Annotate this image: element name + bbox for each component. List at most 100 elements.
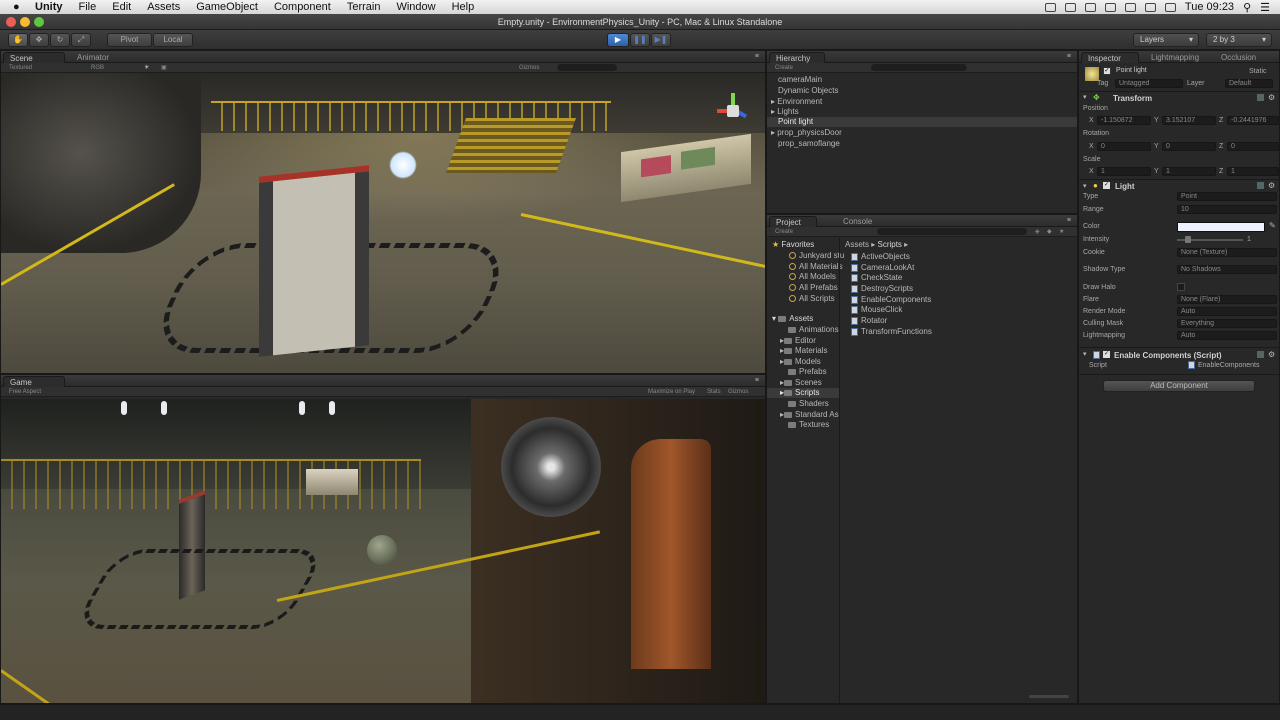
folder-item-selected[interactable]: ▸ Scripts bbox=[767, 388, 839, 398]
panel-menu-icon[interactable]: ≡ bbox=[755, 53, 759, 60]
component-gear-icon[interactable]: ⚙ bbox=[1268, 350, 1275, 359]
position-x-field[interactable]: -1.150872 bbox=[1097, 116, 1151, 125]
stats-toggle[interactable]: Stats bbox=[707, 387, 721, 397]
play-button[interactable]: ▶ bbox=[607, 33, 629, 47]
component-gear-icon[interactable]: ⚙ bbox=[1268, 181, 1275, 190]
rotation-z-field[interactable]: 0 bbox=[1227, 142, 1279, 151]
menubar-clock[interactable]: Tue 09:23 bbox=[1185, 1, 1234, 13]
flare-field[interactable]: None (Flare) bbox=[1177, 295, 1277, 304]
favorites-header[interactable]: ★ Favorites bbox=[772, 240, 814, 249]
filter-type-icon[interactable]: ◈ bbox=[1035, 227, 1040, 237]
script-component-header[interactable]: Enable Components (Script) bbox=[1114, 351, 1222, 360]
intensity-slider-handle[interactable] bbox=[1185, 236, 1191, 243]
menu-terrain[interactable]: Terrain bbox=[347, 1, 381, 13]
tab-console[interactable]: Console bbox=[837, 216, 878, 227]
minimize-window-button[interactable] bbox=[20, 17, 30, 27]
pivot-toggle[interactable]: Pivot bbox=[107, 33, 152, 47]
folder-item[interactable]: ▸ Models bbox=[780, 357, 821, 366]
script-asset[interactable]: ActiveObjects bbox=[851, 252, 910, 261]
tab-inspector[interactable]: Inspector bbox=[1081, 52, 1139, 63]
script-asset[interactable]: CameraLookAt bbox=[851, 263, 914, 272]
game-viewport[interactable] bbox=[1, 399, 765, 703]
pause-button[interactable]: ❚❚ bbox=[630, 33, 650, 47]
point-light-gizmo-icon[interactable] bbox=[389, 151, 417, 179]
render-mode-dropdown[interactable]: Auto bbox=[1177, 307, 1277, 316]
scene-viewport[interactable] bbox=[1, 73, 765, 373]
position-z-field[interactable]: -0.2441976 bbox=[1227, 116, 1279, 125]
layer-dropdown[interactable]: Default bbox=[1225, 79, 1273, 88]
project-search-field[interactable] bbox=[877, 228, 1027, 235]
scene-gizmos-dropdown[interactable]: Gizmos bbox=[519, 63, 539, 73]
hierarchy-search-field[interactable] bbox=[871, 64, 967, 71]
script-asset[interactable]: EnableComponents bbox=[851, 295, 931, 304]
position-y-field[interactable]: 3.152107 bbox=[1162, 116, 1216, 125]
tab-scene[interactable]: Scene bbox=[3, 52, 65, 63]
transform-header[interactable]: Transform bbox=[1113, 94, 1152, 103]
light-color-swatch[interactable] bbox=[1177, 222, 1265, 232]
tab-hierarchy[interactable]: Hierarchy bbox=[769, 52, 825, 63]
folder-item[interactable]: ▸ Scenes bbox=[780, 378, 822, 387]
menu-window[interactable]: Window bbox=[396, 1, 435, 13]
app-status-icon[interactable] bbox=[1064, 2, 1076, 12]
hand-tool-button[interactable]: ✋ bbox=[8, 33, 28, 47]
hierarchy-item[interactable]: ▸ Environment bbox=[771, 97, 822, 106]
rotation-y-field[interactable]: 0 bbox=[1162, 142, 1216, 151]
folder-item[interactable]: ▸ Materials bbox=[780, 346, 827, 355]
game-panel-menu-icon[interactable]: ≡ bbox=[755, 377, 759, 384]
menu-assets[interactable]: Assets bbox=[147, 1, 180, 13]
dropbox-icon[interactable] bbox=[1084, 2, 1096, 12]
tab-game[interactable]: Game bbox=[3, 376, 65, 387]
tag-dropdown[interactable]: Untagged bbox=[1115, 79, 1183, 88]
favorite-item[interactable]: All Materials bbox=[789, 262, 843, 271]
script-asset[interactable]: MouseClick bbox=[851, 305, 902, 314]
folder-item[interactable]: Prefabs bbox=[780, 367, 827, 376]
menu-gameobject[interactable]: GameObject bbox=[196, 1, 258, 13]
menu-help[interactable]: Help bbox=[452, 1, 475, 13]
active-checkbox[interactable]: ✓ bbox=[1103, 67, 1111, 75]
scale-tool-button[interactable]: ⤢ bbox=[71, 33, 91, 47]
expand-arrow-icon[interactable]: ▾ bbox=[1083, 182, 1087, 190]
layout-dropdown[interactable]: 2 by 3 bbox=[1206, 33, 1272, 47]
static-toggle[interactable]: Static bbox=[1249, 68, 1267, 75]
fx-toggle-icon[interactable]: ▣ bbox=[161, 63, 167, 73]
component-gear-icon[interactable]: ⚙ bbox=[1268, 93, 1275, 102]
tab-lightmapping[interactable]: Lightmapping bbox=[1145, 52, 1205, 63]
menu-file[interactable]: File bbox=[79, 1, 97, 13]
spotlight-icon[interactable]: ⚲ bbox=[1243, 1, 1251, 14]
expand-arrow-icon[interactable]: ▾ bbox=[1083, 350, 1087, 358]
scale-z-field[interactable]: 1 bbox=[1227, 167, 1279, 176]
script-asset[interactable]: Rotator bbox=[851, 316, 887, 325]
hierarchy-menu-icon[interactable]: ≡ bbox=[1067, 53, 1071, 60]
favorite-item[interactable]: All Scripts bbox=[789, 294, 835, 303]
hierarchy-item-selected[interactable]: Point light bbox=[767, 117, 1077, 127]
project-split-divider[interactable] bbox=[839, 238, 840, 703]
object-name-field[interactable]: Point light bbox=[1113, 67, 1233, 76]
scene-search-field[interactable] bbox=[557, 64, 617, 71]
wifi-icon[interactable] bbox=[1144, 2, 1156, 12]
notification-center-icon[interactable]: ☰ bbox=[1260, 1, 1270, 14]
help-icon[interactable] bbox=[1257, 94, 1264, 101]
rotation-x-field[interactable]: 0 bbox=[1097, 142, 1151, 151]
step-button[interactable]: ▶❚ bbox=[651, 33, 671, 47]
hierarchy-item[interactable]: cameraMain bbox=[778, 75, 822, 84]
lighting-toggle-icon[interactable]: ☀ bbox=[144, 63, 149, 73]
tab-occlusion[interactable]: Occlusion bbox=[1215, 52, 1262, 63]
folder-item[interactable]: ▸ Editor bbox=[780, 336, 816, 345]
help-icon[interactable] bbox=[1257, 351, 1264, 358]
light-type-dropdown[interactable]: Point bbox=[1177, 192, 1277, 201]
menu-app[interactable]: Unity bbox=[35, 1, 63, 13]
hierarchy-item[interactable]: Dynamic Objects bbox=[778, 86, 838, 95]
script-asset[interactable]: CheckState bbox=[851, 273, 902, 282]
cookie-field[interactable]: None (Texture) bbox=[1177, 248, 1277, 257]
clock-icon[interactable] bbox=[1104, 2, 1116, 12]
range-field[interactable]: 10 bbox=[1177, 205, 1277, 214]
hierarchy-item[interactable]: prop_samoflange bbox=[778, 139, 840, 148]
move-tool-button[interactable]: ✥ bbox=[29, 33, 49, 47]
favorite-star-icon[interactable]: ★ bbox=[1059, 227, 1064, 237]
physics-door-prop[interactable] bbox=[259, 165, 369, 357]
shadow-type-dropdown[interactable]: No Shadows bbox=[1177, 265, 1277, 274]
folder-item[interactable]: Animations bbox=[780, 325, 839, 334]
breadcrumb-scripts[interactable]: Scripts bbox=[877, 240, 901, 249]
tab-animator[interactable]: Animator bbox=[71, 52, 115, 63]
layers-dropdown[interactable]: Layers bbox=[1133, 33, 1199, 47]
